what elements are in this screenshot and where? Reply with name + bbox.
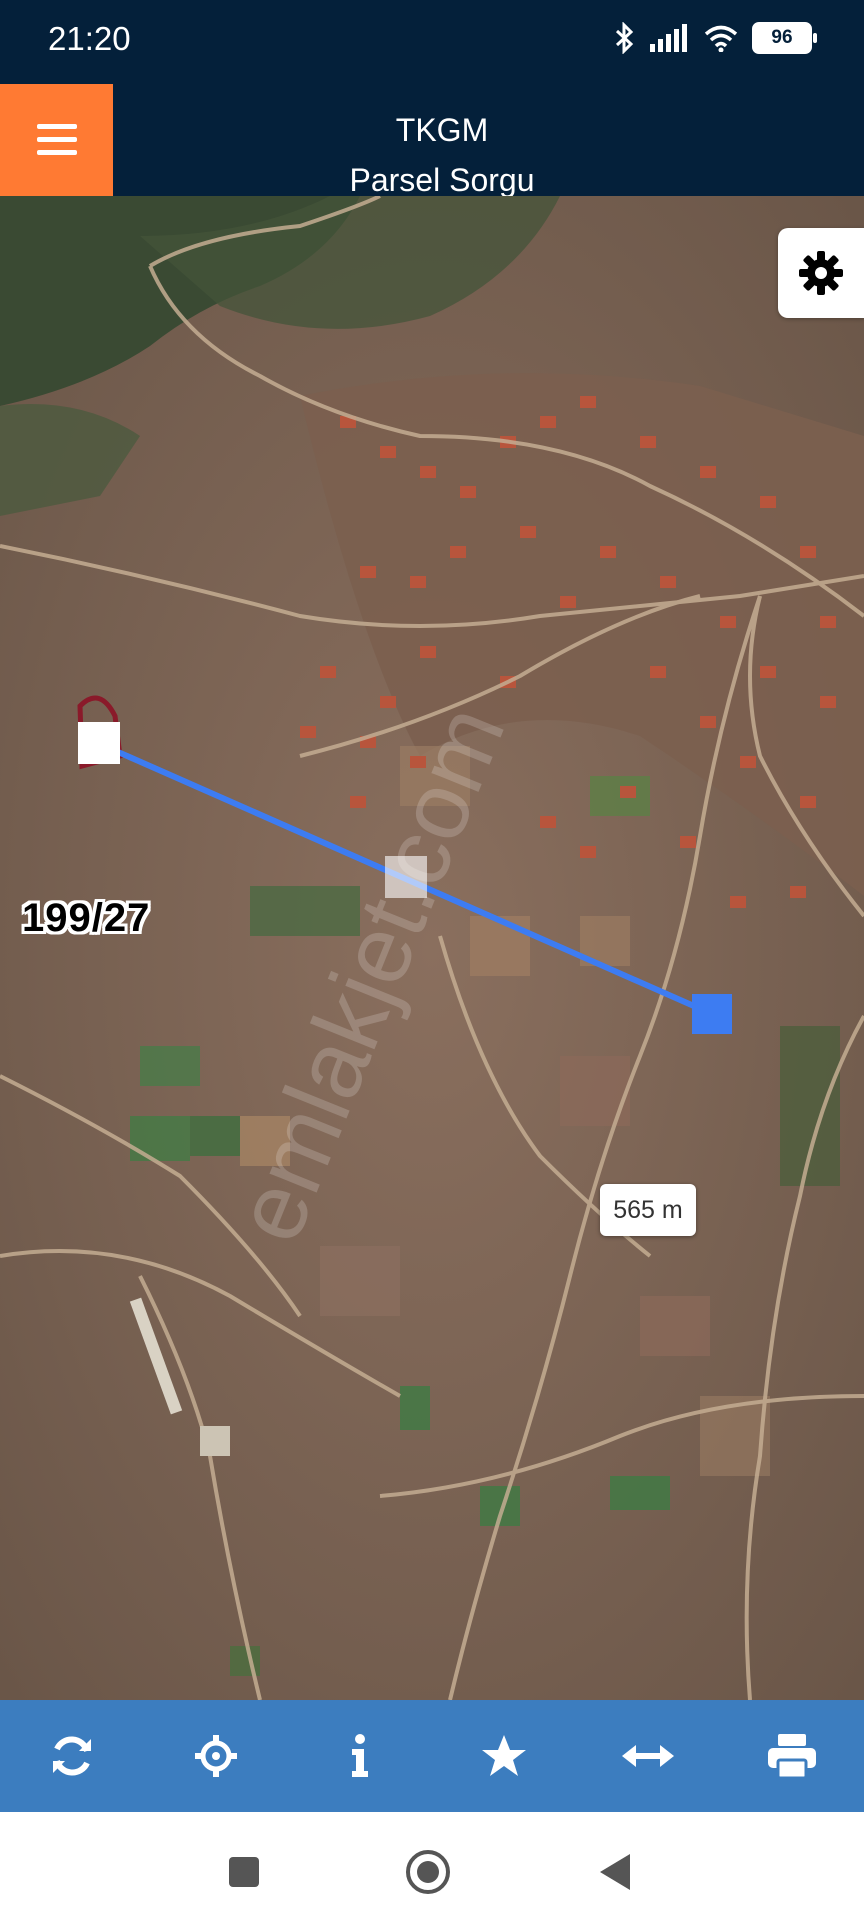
- parcel-number-label: 199/27: [22, 896, 151, 940]
- status-icons: 96: [614, 22, 817, 54]
- bluetooth-icon: [615, 22, 634, 54]
- info-icon: [352, 1734, 368, 1777]
- back-button[interactable]: [590, 1848, 638, 1896]
- info-button[interactable]: [310, 1706, 410, 1806]
- back-triangle-icon: [600, 1854, 630, 1890]
- satellite-map[interactable]: emlakjet.com 199/27 565 m: [0, 196, 864, 1700]
- wifi-icon: [704, 25, 738, 52]
- status-bar: 21:20 96: [0, 0, 864, 84]
- refresh-button[interactable]: [22, 1706, 122, 1806]
- recents-button[interactable]: [220, 1848, 268, 1896]
- app-subtitle: Parsel Sorgu: [349, 162, 535, 198]
- measure-button[interactable]: [598, 1706, 698, 1806]
- locate-crosshair-icon: [195, 1735, 237, 1777]
- measure-arrows-icon: [622, 1745, 674, 1767]
- star-icon: [482, 1735, 526, 1776]
- measure-end-handle[interactable]: [692, 994, 732, 1034]
- square-icon: [229, 1857, 259, 1887]
- signal-icon: [650, 24, 687, 52]
- hamburger-icon: [36, 124, 77, 155]
- print-button[interactable]: [742, 1706, 842, 1806]
- menu-button[interactable]: [0, 84, 113, 196]
- measure-start-handle[interactable]: [78, 722, 120, 764]
- locate-button[interactable]: [166, 1706, 266, 1806]
- app-title: TKGM: [395, 112, 489, 148]
- app-header: TKGM Parsel Sorgu: [0, 84, 864, 198]
- distance-tooltip: 565 m: [600, 1184, 696, 1236]
- circle-icon: [406, 1850, 450, 1894]
- favorite-button[interactable]: [454, 1706, 554, 1806]
- home-button[interactable]: [404, 1848, 452, 1896]
- measure-mid-handle[interactable]: [385, 856, 427, 898]
- satellite-imagery: emlakjet.com: [0, 196, 864, 1700]
- bottom-toolbar: [0, 1700, 864, 1812]
- status-time: 21:20: [48, 20, 131, 57]
- system-nav-bar: [0, 1812, 864, 1920]
- battery-indicator: 96: [752, 22, 817, 54]
- map-settings-button[interactable]: [778, 228, 864, 318]
- gear-icon: [799, 251, 843, 295]
- print-icon: [768, 1734, 816, 1778]
- refresh-icon: [53, 1736, 91, 1776]
